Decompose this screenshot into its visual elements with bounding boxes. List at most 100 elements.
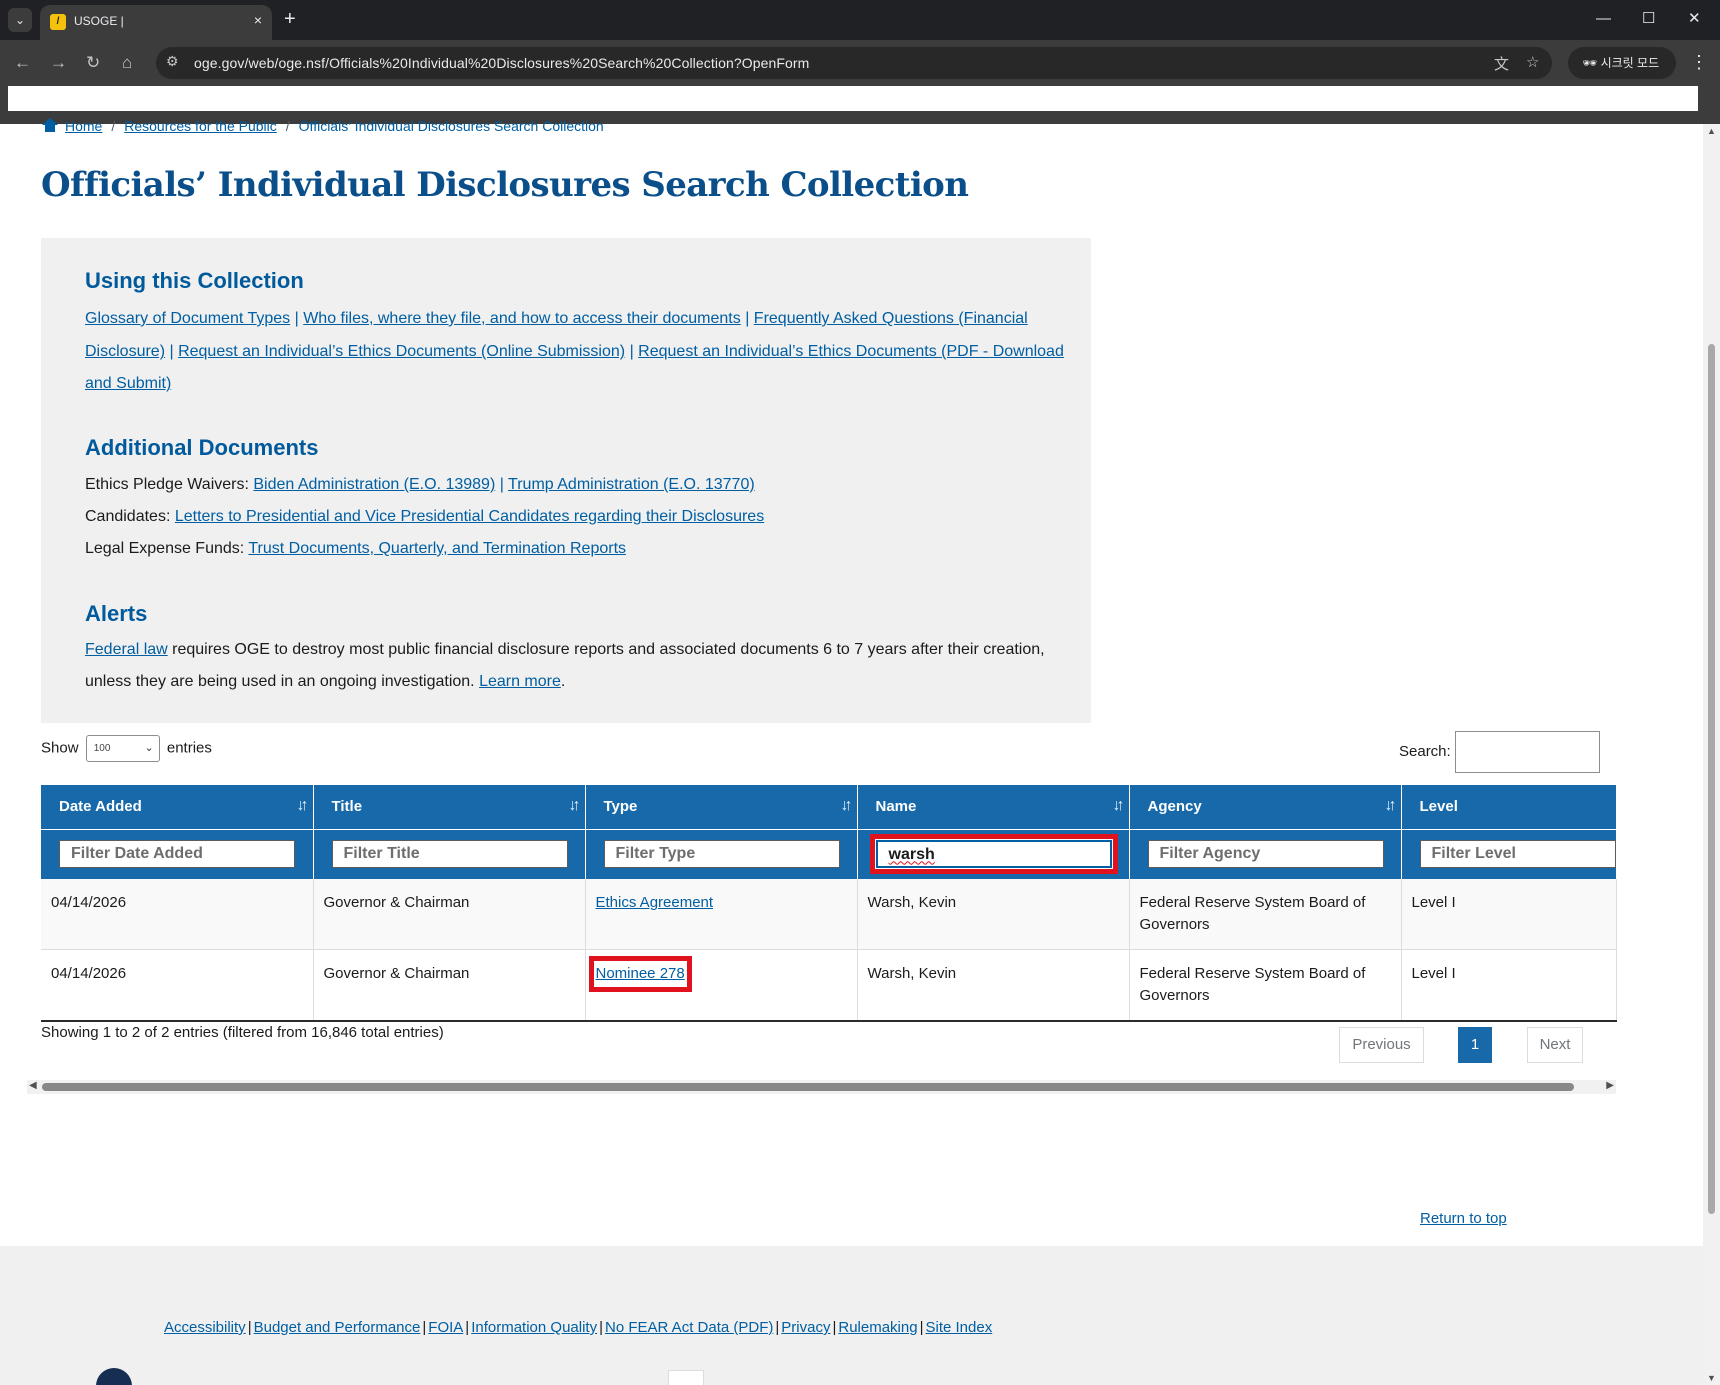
filter-level-input[interactable]: Filter Level: [1419, 840, 1616, 869]
site-settings-icon[interactable]: ⚙: [166, 53, 179, 70]
column-header-date-added[interactable]: Date Added ↓↑: [41, 785, 314, 829]
ethics-waivers-line: Ethics Pledge Waivers: Biden Administrat…: [85, 476, 755, 494]
new-tab-button[interactable]: +: [284, 8, 296, 30]
browser-tab-active[interactable]: / USOGE | ×: [40, 5, 272, 40]
incognito-profile-button[interactable]: 🕶 시크릿 모드: [1568, 47, 1676, 79]
column-header-type[interactable]: Type ↓↑: [585, 785, 858, 829]
breadcrumb-resources-link[interactable]: Resources for the Public: [124, 118, 277, 134]
footer-partner-logo[interactable]: [668, 1370, 704, 1385]
biden-waivers-link[interactable]: Biden Administration (E.O. 13989): [253, 476, 495, 493]
link-divider: |: [294, 310, 299, 327]
alert-period: .: [560, 673, 566, 690]
footer-link-foia[interactable]: FOIA: [428, 1319, 463, 1336]
home-icon: [41, 118, 59, 132]
breadcrumb-home-link[interactable]: Home: [65, 118, 102, 134]
request-pdf-link[interactable]: Request an Individual’s Ethics Documents…: [638, 343, 1064, 360]
column-header-name[interactable]: Name ↓↑: [857, 785, 1130, 829]
footer-divider: |: [422, 1319, 427, 1336]
scroll-left-icon[interactable]: ◀: [29, 1080, 37, 1091]
column-header-level[interactable]: Level: [1401, 785, 1617, 829]
faq-link[interactable]: Frequently Asked Questions (Financial: [754, 310, 1028, 327]
table-search-input[interactable]: [1455, 731, 1600, 773]
breadcrumb: Home / Resources for the Public / Officials’…: [41, 118, 604, 134]
address-bar[interactable]: ⚙ oge.gov/web/oge.nsf/Officials%20Indivi…: [156, 47, 1552, 79]
glossary-link[interactable]: Glossary of Document Types: [85, 310, 290, 327]
horizontal-scroll-thumb[interactable]: [42, 1083, 1574, 1091]
incognito-label: 시크릿 모드: [1600, 56, 1660, 70]
sort-icon: ↓↑: [568, 797, 581, 814]
scroll-right-icon[interactable]: ▶: [1606, 1080, 1614, 1091]
column-header-title[interactable]: Title ↓↑: [313, 785, 586, 829]
using-collection-heading: Using this Collection: [85, 268, 304, 293]
minimize-icon[interactable]: —: [1596, 8, 1611, 30]
cell-title: Governor & Chairman: [313, 879, 586, 950]
table-row: 04/14/2026 Governor & Chairman Ethics Ag…: [41, 879, 1617, 950]
federal-law-link[interactable]: Federal law: [85, 641, 168, 658]
nominee-278-link[interactable]: Nominee 278: [588, 956, 692, 992]
footer-divider: |: [832, 1319, 837, 1336]
breadcrumb-current: Officials’ Individual Disclosures Search…: [298, 118, 604, 134]
learn-more-link[interactable]: Learn more: [479, 673, 561, 690]
return-to-top-link[interactable]: Return to top: [1420, 1210, 1507, 1227]
previous-page-button[interactable]: Previous: [1339, 1027, 1424, 1063]
forward-icon[interactable]: →: [50, 52, 67, 74]
link-divider: |: [629, 343, 634, 360]
vertical-scrollbar[interactable]: ▲ ▼: [1703, 124, 1720, 1385]
candidates-letters-link[interactable]: Letters to Presidential and Vice Preside…: [175, 508, 764, 525]
browser-toolbar: ← → ↻ ⌂ ⚙ oge.gov/web/oge.nsf/Officials%…: [0, 40, 1720, 86]
translate-icon[interactable]: 文: [1494, 53, 1509, 74]
trust-documents-link[interactable]: Trust Documents, Quarterly, and Terminat…: [248, 540, 626, 557]
search-label: Search:: [1399, 743, 1451, 760]
page-1-button[interactable]: 1: [1458, 1027, 1492, 1063]
request-online-link[interactable]: Request an Individual’s Ethics Documents…: [178, 343, 625, 360]
trump-waivers-link[interactable]: Trump Administration (E.O. 13770): [508, 476, 755, 493]
candidates-line: Candidates: Letters to Presidential and …: [85, 508, 764, 526]
scroll-up-icon[interactable]: ▲: [1707, 126, 1716, 136]
cell-name: Warsh, Kevin: [857, 949, 1130, 1022]
table-filter-row: Filter Date Added Filter Title Filter Ty…: [41, 828, 1617, 879]
filter-type-input[interactable]: Filter Type: [603, 840, 840, 869]
footer-link-information-quality[interactable]: Information Quality: [471, 1319, 597, 1336]
ethics-agreement-link[interactable]: Ethics Agreement: [596, 894, 714, 911]
who-files-link[interactable]: Who files, where they file, and how to a…: [303, 310, 741, 327]
scroll-down-icon[interactable]: ▼: [1707, 1373, 1716, 1383]
url-text[interactable]: oge.gov/web/oge.nsf/Officials%20Individu…: [194, 55, 809, 71]
footer-link-no-fear[interactable]: No FEAR Act Data (PDF): [605, 1319, 773, 1336]
maximize-icon[interactable]: ☐: [1642, 8, 1655, 30]
filter-title-input[interactable]: Filter Title: [331, 840, 568, 869]
filter-name-input[interactable]: warsh: [869, 834, 1118, 875]
tab-close-icon[interactable]: ×: [254, 12, 262, 28]
footer-link-site-index[interactable]: Site Index: [926, 1319, 993, 1336]
horizontal-scrollbar[interactable]: ◀ ▶: [27, 1080, 1616, 1094]
footer-link-privacy[interactable]: Privacy: [781, 1319, 830, 1336]
show-label: Show: [41, 739, 79, 757]
usagov-logo[interactable]: [96, 1368, 132, 1385]
next-page-button[interactable]: Next: [1527, 1027, 1583, 1063]
waivers-label: Ethics Pledge Waivers:: [85, 476, 249, 493]
column-header-label: Name: [875, 798, 917, 816]
agency-line: Federal Reserve System Board of: [1139, 894, 1366, 911]
home-button-icon[interactable]: ⌂: [122, 52, 132, 74]
footer-link-budget[interactable]: Budget and Performance: [254, 1319, 421, 1336]
tab-search-dropdown-icon[interactable]: ⌄: [8, 8, 32, 32]
bookmark-star-icon[interactable]: ☆: [1526, 53, 1539, 71]
request-pdf-link-cont[interactable]: and Submit): [85, 375, 171, 392]
entries-length-select[interactable]: 100 ⌄: [85, 735, 160, 762]
column-header-label: Title: [331, 798, 363, 816]
browser-menu-icon[interactable]: ⋮: [1690, 52, 1708, 73]
close-window-icon[interactable]: ✕: [1688, 8, 1701, 30]
incognito-icon: 🕶: [1582, 56, 1598, 70]
table-header-row: Date Added ↓↑ Title ↓↑ Type ↓↑ Name ↓↑ Agenc…: [41, 785, 1617, 829]
filter-date-added-input[interactable]: Filter Date Added: [59, 840, 295, 869]
faq-link-cont[interactable]: Disclosure): [85, 343, 165, 360]
footer-link-rulemaking[interactable]: Rulemaking: [838, 1319, 917, 1336]
footer-divider: |: [465, 1319, 470, 1336]
cell-title: Governor & Chairman: [313, 949, 586, 1022]
column-header-agency[interactable]: Agency ↓↑: [1129, 785, 1402, 829]
reload-icon[interactable]: ↻: [86, 52, 100, 74]
footer-link-accessibility[interactable]: Accessibility: [164, 1319, 246, 1336]
filter-agency-input[interactable]: Filter Agency: [1147, 840, 1384, 869]
vertical-scroll-thumb[interactable]: [1708, 344, 1715, 1214]
agency-line: Governors: [1139, 916, 1210, 933]
back-icon[interactable]: ←: [14, 52, 31, 74]
